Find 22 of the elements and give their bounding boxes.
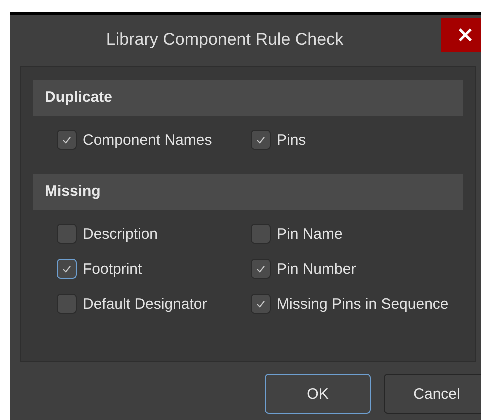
checkbox[interactable] — [251, 224, 271, 244]
checkbox[interactable] — [57, 224, 77, 244]
ok-button[interactable]: OK — [265, 374, 371, 414]
section-header: Duplicate — [33, 80, 463, 116]
checkbox[interactable] — [57, 130, 77, 150]
checkbox-label: Pins — [277, 132, 306, 148]
section-header: Missing — [33, 174, 463, 210]
checkbox-label: Pin Name — [277, 226, 343, 242]
checkbox[interactable] — [251, 130, 271, 150]
checkbox[interactable] — [251, 294, 271, 314]
checkbox[interactable] — [251, 259, 271, 279]
checkbox-label: Pin Number — [277, 260, 356, 278]
checkbox[interactable] — [57, 294, 77, 314]
close-button[interactable]: × — [441, 18, 481, 52]
checkbox-label: Footprint — [83, 260, 142, 278]
checkbox[interactable] — [57, 259, 77, 279]
cancel-button[interactable]: Cancel — [384, 374, 481, 414]
checkbox-label: Description — [83, 226, 158, 242]
window-title: Library Component Rule Check — [106, 30, 344, 50]
checkbox-label: Default Designator — [83, 296, 208, 312]
checkbox-label: Missing Pins in Sequence — [277, 296, 449, 312]
checkbox-label: Component Names — [83, 132, 212, 148]
